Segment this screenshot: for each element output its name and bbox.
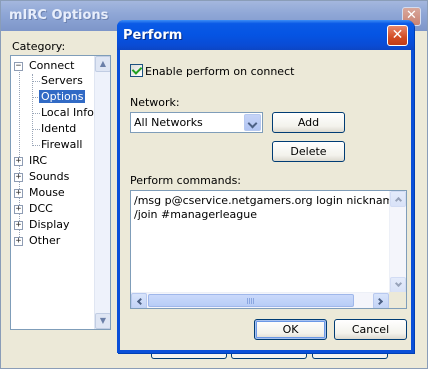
expand-icon[interactable]: +: [14, 189, 23, 198]
horizontal-scrollbar[interactable]: [131, 292, 389, 308]
scroll-up-icon[interactable]: ▲: [95, 56, 110, 72]
tree-item-servers[interactable]: Servers: [39, 73, 85, 89]
tree-item-label: Local Info: [41, 106, 94, 119]
tree-item-mouse[interactable]: + Mouse: [14, 185, 67, 201]
tree-item-options[interactable]: Options: [39, 89, 86, 105]
close-icon[interactable]: ✕: [387, 25, 408, 46]
tree-item-dcc[interactable]: + DCC: [14, 201, 55, 217]
command-line: /msg p@cservice.netgamers.org login nick…: [134, 194, 390, 207]
horizontal-scroll-thumb[interactable]: [148, 294, 354, 307]
tree-item-firewall[interactable]: Firewall: [39, 137, 84, 153]
expand-icon[interactable]: +: [14, 221, 23, 230]
tree-scrollbar[interactable]: ▲ ▼: [94, 56, 110, 329]
collapse-icon[interactable]: −: [14, 62, 23, 71]
tree-item-identd[interactable]: Identd: [39, 121, 78, 137]
scroll-right-icon[interactable]: [373, 293, 389, 308]
tree-item-label: IRC: [29, 154, 48, 167]
tree-item-label: Connect: [29, 59, 75, 72]
delete-button[interactable]: Delete: [272, 141, 345, 162]
category-tree[interactable]: − Connect Servers Options Local Info Iden…: [10, 55, 111, 330]
tree-item-connect[interactable]: − Connect: [14, 58, 76, 74]
perform-commands-text[interactable]: /msg p@cservice.netgamers.org login nick…: [134, 194, 390, 222]
perform-commands-label: Perform commands:: [130, 174, 242, 187]
ok-button[interactable]: OK: [254, 319, 327, 340]
tree-item-label: Sounds: [29, 170, 70, 183]
network-dropdown[interactable]: All Networks: [130, 112, 263, 133]
cancel-button[interactable]: Cancel: [334, 319, 407, 340]
tree-item-display[interactable]: + Display: [14, 217, 72, 233]
tree-item-label: Firewall: [41, 138, 83, 151]
expand-icon[interactable]: +: [14, 205, 23, 214]
expand-icon[interactable]: +: [14, 157, 23, 166]
tree-item-label: Identd: [41, 122, 77, 135]
scroll-down-icon[interactable]: [390, 277, 406, 293]
tree-item-other[interactable]: + Other: [14, 233, 62, 249]
scroll-up-icon[interactable]: [390, 191, 406, 207]
enable-perform-checkbox[interactable]: Enable perform on connect: [130, 64, 294, 78]
tree-item-label: Other: [29, 234, 61, 247]
chevron-down-icon[interactable]: [244, 114, 261, 131]
expand-icon[interactable]: +: [14, 173, 23, 182]
tree-item-local-info[interactable]: Local Info: [39, 105, 96, 121]
perform-title: Perform: [123, 28, 183, 43]
tree-item-label: Display: [29, 218, 70, 231]
tree-item-label: Options: [39, 90, 86, 103]
scroll-corner: [389, 292, 406, 308]
mirc-options-title: mIRC Options: [9, 8, 109, 23]
vertical-scrollbar[interactable]: [389, 191, 406, 293]
perform-dialog: Perform ✕ Enable perform on connect Netw…: [117, 20, 414, 353]
checkmark-icon[interactable]: [130, 64, 143, 77]
add-button[interactable]: Add: [272, 112, 345, 133]
perform-commands-textarea[interactable]: /msg p@cservice.netgamers.org login nick…: [130, 190, 407, 309]
category-label: Category:: [12, 40, 66, 53]
tree-item-label: Servers: [41, 74, 83, 87]
tree-item-irc[interactable]: + IRC: [14, 153, 49, 169]
tree-connector: [32, 74, 33, 146]
scroll-left-icon[interactable]: [131, 293, 147, 308]
perform-titlebar[interactable]: Perform ✕: [117, 20, 414, 50]
network-selected-value: All Networks: [134, 116, 203, 129]
network-label: Network:: [130, 96, 180, 109]
scroll-grip-icon: [247, 298, 255, 304]
tree-item-label: DCC: [29, 202, 53, 215]
tree-item-sounds[interactable]: + Sounds: [14, 169, 71, 185]
command-line: /join #managerleague: [134, 208, 257, 221]
scroll-down-icon[interactable]: ▼: [95, 313, 110, 329]
enable-perform-label: Enable perform on connect: [145, 65, 295, 78]
expand-icon[interactable]: +: [14, 237, 23, 246]
tree-item-label: Mouse: [29, 186, 65, 199]
